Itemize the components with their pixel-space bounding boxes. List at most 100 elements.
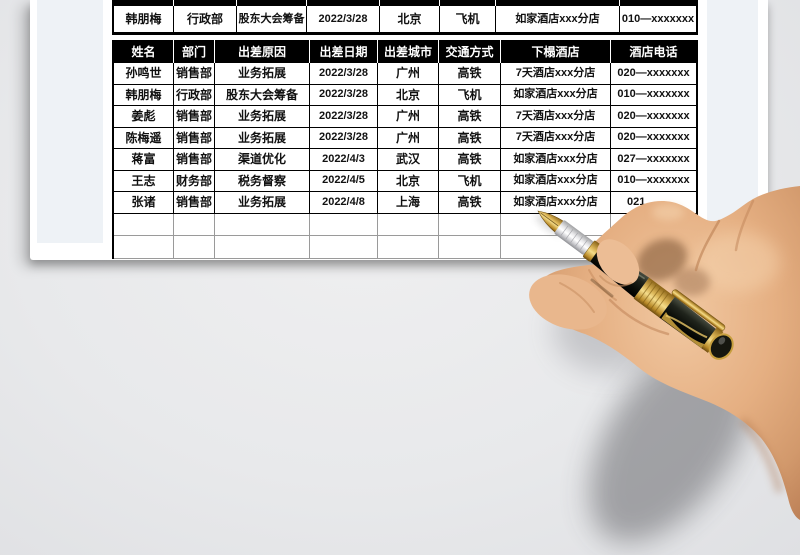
cell-hotel: 如家酒店xxx分店: [501, 192, 611, 214]
column-header-hotel: 下榻酒店: [501, 40, 611, 63]
cell-city: 广州: [378, 127, 439, 149]
cell-date: 2022/3/28: [310, 63, 378, 85]
empty-cell: [114, 236, 174, 259]
finger-gap-shadow: [674, 268, 710, 296]
cell-department: 财务部: [174, 170, 215, 192]
cell-reason: 业务拓展: [215, 127, 310, 149]
cell-date: 2022/3/28: [310, 127, 378, 149]
cell-transport: 高铁: [439, 63, 501, 85]
cell-department: 销售部: [174, 63, 215, 85]
hand-cast-shadow: [535, 213, 755, 543]
table-row: 韩朋梅 行政部 股东大会筹备 2022/3/28 北京 飞机 如家酒店xxx分店…: [114, 84, 696, 106]
cell-reason: 业务拓展: [215, 106, 310, 128]
pen-gold-band: [633, 277, 675, 318]
table-row: 孙鸣世 销售部 业务拓展 2022/3/28 广州 高铁 7天酒店xxx分店 0…: [114, 63, 696, 85]
empty-cell: [174, 213, 215, 236]
empty-cell: [611, 213, 696, 236]
column-header-city: 出差城市: [378, 40, 439, 63]
pen-cap: [659, 296, 718, 350]
empty-cell: [310, 236, 378, 259]
empty-cell: [501, 236, 611, 259]
cell-hotel: 如家酒店xxx分店: [501, 170, 611, 192]
cell-department: 销售部: [174, 106, 215, 128]
column-header-phone: 酒店电话: [611, 40, 696, 63]
cell-phone: 010—xxxxxxx: [611, 171, 696, 192]
cell-date: 2022/4/8: [310, 192, 378, 214]
cell-city: 上海: [378, 192, 439, 214]
empty-cell: [114, 213, 174, 236]
pen-band-engraving: [638, 281, 669, 313]
column-header-date: 出差日期: [310, 40, 378, 63]
cell-name: 王志: [114, 170, 174, 192]
cell-date: 2022/3/28: [307, 6, 380, 32]
table-empty-rows: [114, 213, 700, 259]
empty-cell: [611, 236, 696, 259]
cell-date: 2022/4/5: [310, 170, 378, 192]
cell-department: 行政部: [174, 84, 215, 106]
table-body: 孙鸣世 销售部 业务拓展 2022/3/28 广州 高铁 7天酒店xxx分店 0…: [114, 63, 696, 214]
cell-hotel: 如家酒店xxx分店: [501, 149, 611, 171]
cell-name: 孙鸣世: [114, 63, 174, 85]
thumb-crease: [559, 282, 595, 313]
cell-city: 北京: [378, 84, 439, 106]
cell-hotel: 如家酒店xxx分店: [496, 6, 620, 32]
photo-stage: 韩朋梅 行政部 股东大会筹备 2022/3/28 北京 飞机 如家酒店xxx分店…: [0, 0, 800, 555]
thumb: [529, 274, 607, 330]
cell-hotel: 7天酒店xxx分店: [501, 127, 611, 149]
table-row: 王志 财务部 税务督察 2022/4/5 北京 飞机 如家酒店xxx分店 010…: [114, 170, 696, 192]
pen-clip: [671, 289, 726, 331]
cell-hotel: 如家酒店xxx分店: [501, 84, 611, 106]
pen-end-ring: [701, 327, 724, 353]
cell-phone: 020—xxxxxxx: [611, 63, 696, 85]
column-header-transport: 交通方式: [439, 40, 501, 63]
cell-city: 北京: [380, 6, 440, 32]
cell-transport: 高铁: [439, 106, 501, 128]
table-top-partial: 韩朋梅 行政部 股东大会筹备 2022/3/28 北京 飞机 如家酒店xxx分店…: [112, 0, 698, 35]
paper-left-margin-band: [37, 0, 103, 243]
table-main: 姓名 部门 出差原因 出差日期 出差城市 交通方式 下榻酒店 酒店电话 孙鸣世 …: [112, 40, 698, 259]
cell-transport: 飞机: [439, 170, 501, 192]
table-row: 韩朋梅 行政部 股东大会筹备 2022/3/28 北京 飞机 如家酒店xxx分店…: [114, 6, 696, 32]
cell-transport: 高铁: [439, 149, 501, 171]
index-fingertip-shade: [599, 275, 632, 287]
table-row: 陈梅遥 销售部 业务拓展 2022/3/28 广州 高铁 7天酒店xxx分店 0…: [114, 127, 696, 149]
table-header-row: 姓名 部门 出差原因 出差日期 出差城市 交通方式 下榻酒店 酒店电话: [114, 40, 696, 63]
thumb-pen-contact-shadow: [590, 278, 614, 298]
cell-transport: 高铁: [439, 127, 501, 149]
cell-department: 销售部: [174, 127, 215, 149]
cell-date: 2022/3/28: [310, 106, 378, 128]
paper-sheet: 韩朋梅 行政部 股东大会筹备 2022/3/28 北京 飞机 如家酒店xxx分店…: [30, 0, 768, 260]
cell-department: 销售部: [174, 192, 215, 214]
cell-name: 姜彪: [114, 106, 174, 128]
pen-end-dome: [708, 333, 734, 360]
cell-city: 广州: [378, 63, 439, 85]
column-header-name: 姓名: [114, 40, 174, 63]
empty-cell: [501, 213, 611, 236]
empty-cell: [215, 236, 310, 259]
tables-area: 韩朋梅 行政部 股东大会筹备 2022/3/28 北京 飞机 如家酒店xxx分店…: [112, 0, 698, 259]
cell-hotel: 7天酒店xxx分店: [501, 106, 611, 128]
cell-department: 销售部: [174, 149, 215, 171]
cell-transport: 飞机: [440, 6, 496, 32]
cell-name: 蒋富: [114, 149, 174, 171]
cell-name: 张诸: [114, 192, 174, 214]
cell-city: 北京: [378, 170, 439, 192]
cell-reason: 渠道优化: [215, 149, 310, 171]
pen-end-glint: [718, 337, 726, 345]
cell-phone: 027—xxxxxxx: [611, 149, 696, 171]
empty-cell: [439, 213, 501, 236]
cell-phone: 020—xxxxxxx: [611, 128, 696, 149]
table-row: 张诸 销售部 业务拓展 2022/4/8 上海 高铁 如家酒店xxx分店 021: [114, 192, 696, 214]
empty-cell: [439, 236, 501, 259]
cell-reason: 股东大会筹备: [237, 6, 307, 32]
pen-cap-gold-decor: [661, 311, 705, 349]
cell-phone: 020—xxxxxxx: [611, 106, 696, 128]
table-row-empty: [114, 213, 700, 236]
table-row: 姜彪 销售部 业务拓展 2022/3/28 广州 高铁 7天酒店xxx分店 02…: [114, 106, 696, 128]
cell-phone: 010—xxxxxxx: [621, 12, 695, 25]
paper-right-margin-band: [707, 0, 758, 243]
empty-cell: [310, 213, 378, 236]
curled-finger-line: [608, 298, 670, 336]
empty-cell: [378, 213, 439, 236]
cell-reason: 股东大会筹备: [215, 84, 310, 106]
